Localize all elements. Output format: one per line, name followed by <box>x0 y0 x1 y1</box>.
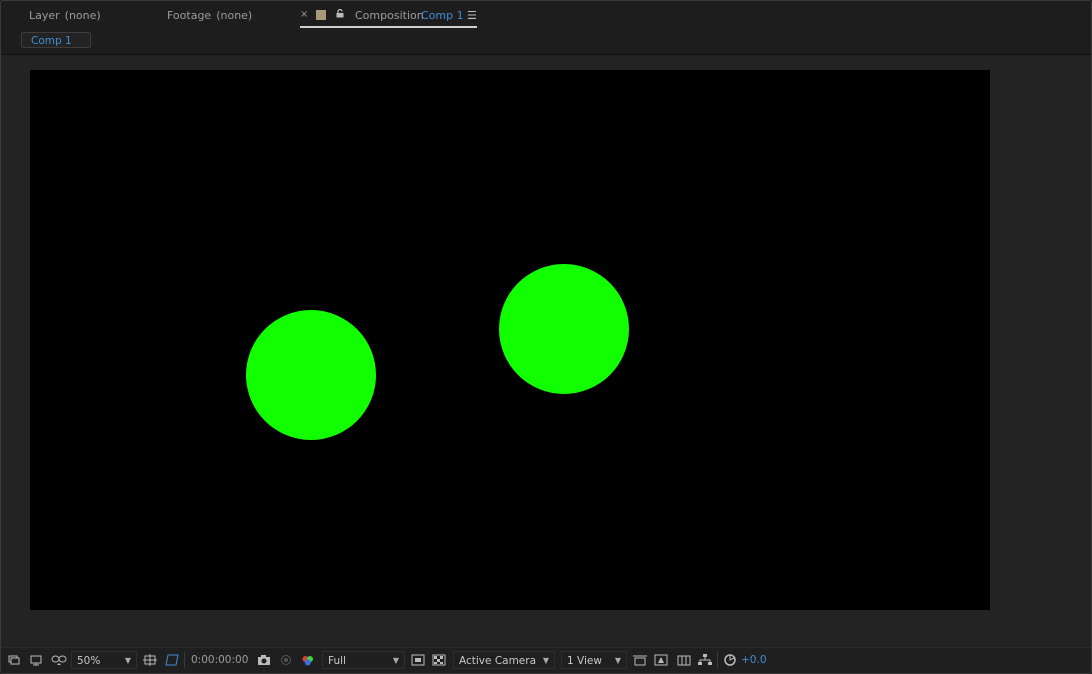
tab-composition-label: Composition <box>355 9 424 22</box>
tab-layer-label: Layer <box>29 9 60 22</box>
magnification-dropdown[interactable]: 50% ▼ <box>71 651 137 669</box>
mask-visibility-icon[interactable] <box>51 654 67 666</box>
toolbar-separator <box>184 652 185 668</box>
tab-composition[interactable]: × Composition Comp 1 ☰ <box>300 6 477 28</box>
exposure-value[interactable]: +0.0 <box>741 652 767 668</box>
tab-footage-label: Footage <box>167 9 212 22</box>
region-of-interest-icon[interactable] <box>165 654 179 666</box>
toggle-pixel-aspect-icon[interactable] <box>633 654 647 666</box>
chevron-down-icon: ▼ <box>124 656 131 665</box>
chevron-down-icon: ▼ <box>614 656 621 665</box>
tab-footage-value: (none) <box>216 9 253 22</box>
monitor-icon[interactable] <box>30 654 42 666</box>
view-layout-dropdown[interactable]: 1 View ▼ <box>561 651 627 669</box>
reset-exposure-icon[interactable] <box>723 654 737 666</box>
chevron-down-icon: ▼ <box>392 656 399 665</box>
tab-layer-value: (none) <box>64 9 101 22</box>
label-color-swatch[interactable] <box>316 10 326 20</box>
snapshot-camera-icon[interactable] <box>257 654 271 666</box>
timeline-icon[interactable] <box>677 654 691 666</box>
magnification-value: 50% <box>77 655 101 667</box>
green-circle-left[interactable] <box>246 310 376 440</box>
comp-navigator-tab[interactable]: Comp 1 <box>21 32 91 48</box>
color-channels-icon[interactable] <box>300 654 316 666</box>
current-time-display[interactable]: 0:00:00:00 <box>191 652 248 668</box>
tab-footage[interactable]: Footage (none) <box>167 9 252 22</box>
tab-layer[interactable]: Layer (none) <box>29 9 101 22</box>
toolbar-separator <box>717 652 718 668</box>
resolution-value: Full <box>328 655 346 667</box>
comp-canvas[interactable] <box>30 70 990 610</box>
tab-composition-name: Comp 1 <box>421 9 464 22</box>
view-layout-value: 1 View <box>567 655 602 667</box>
3d-view-value: Active Camera <box>459 655 537 667</box>
always-preview-icon[interactable] <box>8 654 20 666</box>
3d-view-dropdown[interactable]: Active Camera ▼ <box>453 651 555 669</box>
resolution-dropdown[interactable]: Full ▼ <box>322 651 405 669</box>
close-icon[interactable]: × <box>300 9 308 20</box>
preview-render-icon[interactable] <box>654 654 668 666</box>
chevron-down-icon: ▼ <box>542 656 549 665</box>
show-snapshot-icon[interactable] <box>279 654 293 666</box>
viewer-toolbar: 50% ▼ 0:00:00:00 Full ▼ Active Camera ▼ 1 V… <box>1 647 1091 673</box>
green-circle-right[interactable] <box>499 264 629 394</box>
transparency-grid-icon[interactable] <box>432 654 446 666</box>
panel-menu-icon[interactable]: ☰ <box>467 9 477 22</box>
lock-icon[interactable] <box>336 9 344 18</box>
fast-preview-icon[interactable] <box>411 654 425 666</box>
grid-guides-icon[interactable] <box>143 654 157 666</box>
comp-flowchart-icon[interactable] <box>698 654 712 666</box>
panel-tab-bar: Layer (none) Footage (none) × Composition … <box>0 0 1092 28</box>
